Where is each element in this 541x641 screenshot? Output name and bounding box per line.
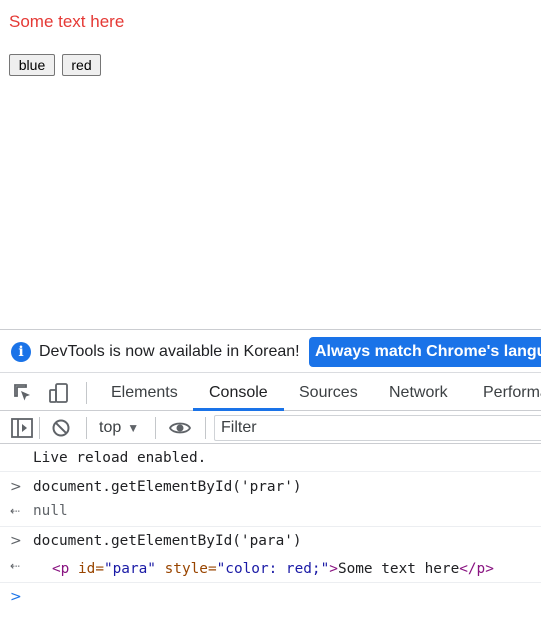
tab-performance[interactable]: Performance bbox=[483, 374, 541, 411]
red-button[interactable]: red bbox=[62, 54, 101, 76]
device-toolbar-icon[interactable] bbox=[47, 381, 71, 405]
toolbar-separator bbox=[86, 417, 87, 439]
result-text: null bbox=[33, 503, 68, 519]
language-infobar: i DevTools is now available in Korean! A… bbox=[0, 330, 541, 373]
console-message: Live reload enabled. bbox=[0, 445, 541, 472]
console-messages: Live reload enabled. > document.getEleme… bbox=[0, 445, 541, 641]
element-text: Some text here bbox=[337, 561, 460, 577]
result-arrow-icon: ⇠ bbox=[10, 504, 21, 518]
attr-value-style: "color: red;" bbox=[216, 561, 330, 577]
console-result: ⇠ <p id="para" style="color: red;">Some … bbox=[0, 556, 541, 582]
active-tab-indicator bbox=[193, 408, 284, 411]
infobar-message: DevTools is now available in Korean! bbox=[39, 343, 300, 360]
toolbar-separator bbox=[155, 417, 156, 439]
input-chevron-icon: > bbox=[10, 479, 22, 495]
attr-name-style: style= bbox=[155, 561, 217, 577]
console-command-group: > document.getElementById('para') ⇠ <p i… bbox=[0, 527, 541, 583]
inspect-element-icon[interactable] bbox=[11, 381, 35, 405]
toolbar-separator bbox=[39, 417, 40, 439]
tag-open-end: > bbox=[329, 561, 338, 577]
dropdown-arrow-icon: ▼ bbox=[127, 421, 140, 435]
console-command: > document.getElementById('prar') bbox=[0, 476, 541, 500]
tab-network[interactable]: Network bbox=[389, 374, 448, 411]
tab-sources[interactable]: Sources bbox=[299, 374, 358, 411]
always-match-language-button[interactable]: Always match Chrome's language bbox=[309, 337, 541, 367]
console-command-group: > document.getElementById('prar') ⇠ null bbox=[0, 473, 541, 527]
blue-button[interactable]: blue bbox=[9, 54, 55, 76]
tag-open: <p bbox=[52, 561, 70, 577]
devtools-panel: i DevTools is now available in Korean! A… bbox=[0, 329, 541, 641]
context-value: top bbox=[99, 419, 122, 436]
tag-close: </p> bbox=[459, 561, 494, 577]
result-arrow-icon: ⇠ bbox=[10, 559, 21, 573]
page-text: Some text here bbox=[9, 12, 125, 31]
element-result[interactable]: <p id="para" style="color: red;">Some te… bbox=[52, 561, 494, 577]
console-toolbar: top ▼ bbox=[0, 412, 541, 444]
command-text: document.getElementById('para') bbox=[33, 533, 302, 549]
console-log-text: Live reload enabled. bbox=[33, 450, 207, 466]
console-result: ⇠ null bbox=[0, 500, 541, 524]
tab-elements[interactable]: Elements bbox=[111, 374, 178, 411]
toolbar-separator bbox=[205, 417, 206, 439]
info-icon: i bbox=[11, 342, 31, 362]
attr-name-id: id= bbox=[69, 561, 104, 577]
command-text: document.getElementById('prar') bbox=[33, 479, 302, 495]
toolbar-separator bbox=[86, 382, 87, 404]
console-filter-input[interactable] bbox=[214, 415, 541, 441]
prompt-chevron-icon: > bbox=[10, 589, 22, 605]
live-expression-eye-icon[interactable] bbox=[169, 419, 191, 437]
input-chevron-icon: > bbox=[10, 533, 22, 549]
javascript-context-select[interactable]: top ▼ bbox=[99, 417, 139, 439]
clear-console-icon[interactable] bbox=[51, 418, 71, 438]
attr-value-id: "para" bbox=[103, 561, 156, 577]
tab-console[interactable]: Console bbox=[193, 374, 284, 411]
console-command: > document.getElementById('para') bbox=[0, 530, 541, 554]
devtools-tabbar: Elements Console Sources Network Perform… bbox=[0, 374, 541, 411]
console-prompt[interactable]: > bbox=[0, 584, 541, 614]
show-sidebar-icon[interactable] bbox=[11, 418, 33, 438]
